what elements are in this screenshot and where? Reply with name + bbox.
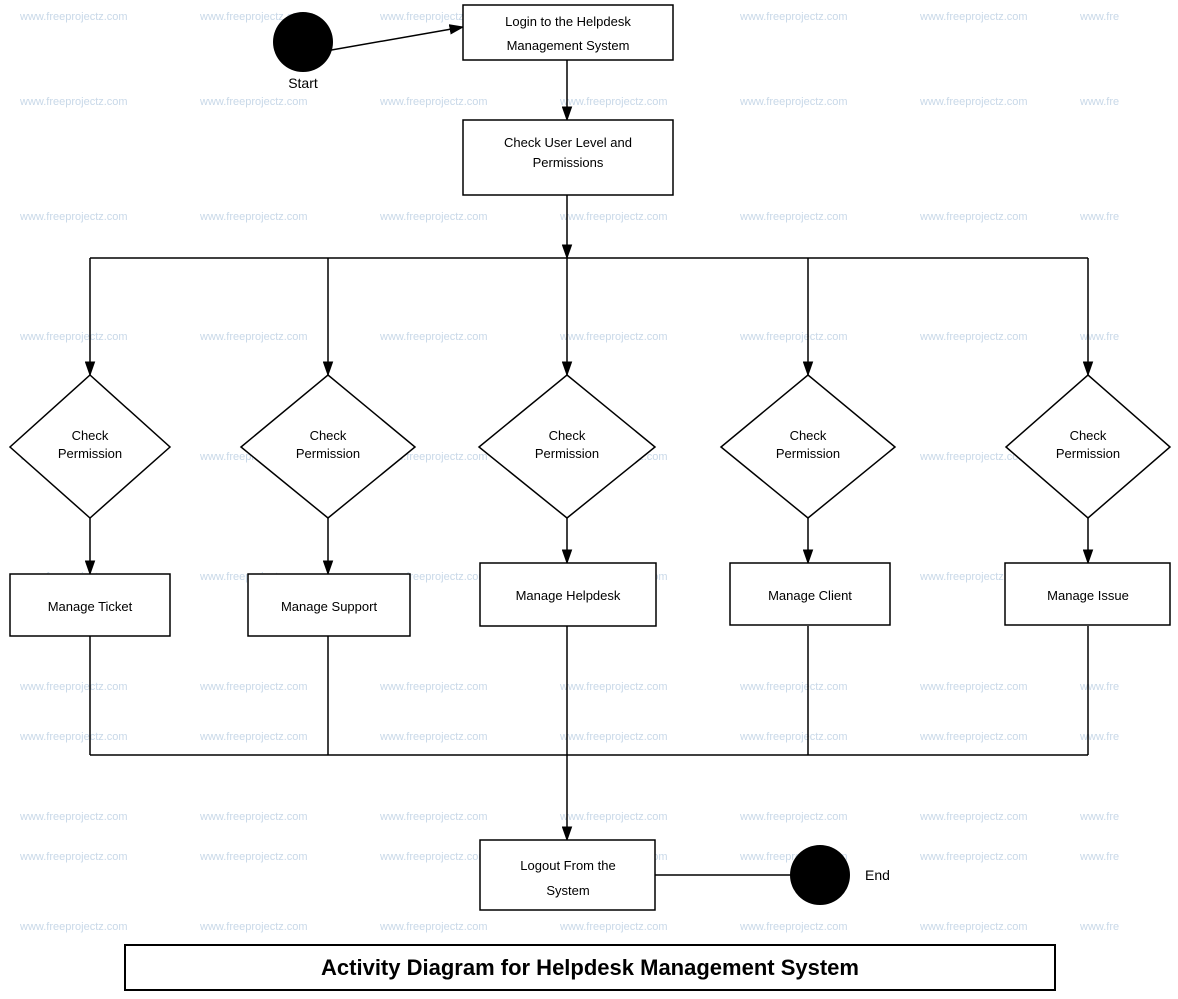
svg-text:www.freeprojectz.com: www.freeprojectz.com xyxy=(199,811,308,823)
check-text-line2: Permissions xyxy=(533,155,604,170)
svg-text:www.freeprojectz.com: www.freeprojectz.com xyxy=(19,11,128,23)
diagram-container: www.freeprojectz.com www.freeprojectz.co… xyxy=(0,0,1178,994)
svg-text:www.freeprojectz.com: www.freeprojectz.com xyxy=(19,811,128,823)
svg-text:www.freeprojectz.com: www.freeprojectz.com xyxy=(199,96,308,108)
svg-text:www.freeprojectz.com: www.freeprojectz.com xyxy=(739,681,848,693)
svg-text:www.freeprojectz.com: www.freeprojectz.com xyxy=(739,211,848,223)
logout-box xyxy=(480,840,655,910)
svg-text:www.fre: www.fre xyxy=(1079,811,1119,823)
start-circle xyxy=(273,12,333,72)
svg-text:www.freeprojectz.com: www.freeprojectz.com xyxy=(19,331,128,343)
svg-text:www.freeprojectz.com: www.freeprojectz.com xyxy=(739,921,848,933)
perm2-text1: Check xyxy=(310,428,347,443)
svg-text:www.freeprojectz.com: www.freeprojectz.com xyxy=(199,211,308,223)
svg-text:www.freeprojectz.com: www.freeprojectz.com xyxy=(19,96,128,108)
svg-text:www.freeprojectz.com: www.freeprojectz.com xyxy=(199,331,308,343)
svg-text:www.freeprojectz.com: www.freeprojectz.com xyxy=(919,11,1028,23)
perm1-text1: Check xyxy=(72,428,109,443)
svg-text:www.freeprojectz.com: www.freeprojectz.com xyxy=(19,921,128,933)
svg-text:www.freeprojectz.com: www.freeprojectz.com xyxy=(199,731,308,743)
svg-text:www.fre: www.fre xyxy=(1079,11,1119,23)
svg-text:www.freeprojectz.com: www.freeprojectz.com xyxy=(919,331,1028,343)
svg-text:www.freeprojectz.com: www.freeprojectz.com xyxy=(559,921,668,933)
svg-text:www.freeprojectz.com: www.freeprojectz.com xyxy=(19,851,128,863)
svg-text:www.freeprojectz.com: www.freeprojectz.com xyxy=(919,211,1028,223)
svg-text:www.freeprojectz.com: www.freeprojectz.com xyxy=(379,681,488,693)
svg-text:www.freeprojectz.com: www.freeprojectz.com xyxy=(559,811,668,823)
perm2-text2: Permission xyxy=(296,446,360,461)
svg-text:www.freeprojectz.com: www.freeprojectz.com xyxy=(919,811,1028,823)
svg-text:www.freeprojectz.com: www.freeprojectz.com xyxy=(199,681,308,693)
login-text-line2: Management System xyxy=(507,38,630,53)
svg-text:www.freeprojectz.com: www.freeprojectz.com xyxy=(19,211,128,223)
svg-text:www.freeprojectz.com: www.freeprojectz.com xyxy=(559,731,668,743)
svg-text:www.freeprojectz.com: www.freeprojectz.com xyxy=(919,921,1028,933)
svg-text:www.freeprojectz.com: www.freeprojectz.com xyxy=(19,731,128,743)
svg-text:www.freeprojectz.com: www.freeprojectz.com xyxy=(919,451,1028,463)
title-text: Activity Diagram for Helpdesk Management… xyxy=(321,955,859,980)
check-text-line1: Check User Level and xyxy=(504,135,632,150)
perm5-text2: Permission xyxy=(1056,446,1120,461)
svg-text:www.freeprojectz.com: www.freeprojectz.com xyxy=(559,211,668,223)
perm4-text1: Check xyxy=(790,428,827,443)
manage-helpdesk-text: Manage Helpdesk xyxy=(516,588,621,603)
svg-text:www.freeprojectz.com: www.freeprojectz.com xyxy=(379,811,488,823)
svg-text:www.freeprojectz.com: www.freeprojectz.com xyxy=(739,96,848,108)
svg-text:www.freeprojectz.com: www.freeprojectz.com xyxy=(559,96,668,108)
end-label: End xyxy=(865,867,890,883)
start-label: Start xyxy=(288,75,318,91)
perm3-text1: Check xyxy=(549,428,586,443)
manage-ticket-text: Manage Ticket xyxy=(48,599,133,614)
svg-text:www.freeprojectz.com: www.freeprojectz.com xyxy=(199,921,308,933)
svg-text:www.freeprojectz.com: www.freeprojectz.com xyxy=(379,211,488,223)
svg-text:www.freeprojectz.com: www.freeprojectz.com xyxy=(379,331,488,343)
svg-text:www.freeprojectz.com: www.freeprojectz.com xyxy=(919,96,1028,108)
manage-client-text: Manage Client xyxy=(768,588,852,603)
svg-text:www.freeprojectz.com: www.freeprojectz.com xyxy=(919,851,1028,863)
svg-text:www.freeprojectz.com: www.freeprojectz.com xyxy=(19,681,128,693)
svg-text:www.freeprojectz.com: www.freeprojectz.com xyxy=(739,731,848,743)
svg-text:www.fre: www.fre xyxy=(1079,331,1119,343)
perm5-text1: Check xyxy=(1070,428,1107,443)
svg-text:www.fre: www.fre xyxy=(1079,851,1119,863)
svg-text:www.freeprojectz.com: www.freeprojectz.com xyxy=(919,681,1028,693)
svg-text:www.freeprojectz.com: www.freeprojectz.com xyxy=(919,731,1028,743)
end-circle xyxy=(790,845,850,905)
svg-text:www.freeprojectz.com: www.freeprojectz.com xyxy=(199,851,308,863)
manage-support-text: Manage Support xyxy=(281,599,378,614)
svg-text:www.freeprojectz.com: www.freeprojectz.com xyxy=(379,921,488,933)
logout-text1: Logout From the xyxy=(520,858,615,873)
svg-text:www.freeprojectz.com: www.freeprojectz.com xyxy=(559,331,668,343)
svg-text:www.freeprojectz.com: www.freeprojectz.com xyxy=(559,681,668,693)
perm4-text2: Permission xyxy=(776,446,840,461)
svg-text:www.freeprojectz.com: www.freeprojectz.com xyxy=(379,731,488,743)
svg-text:www.freeprojectz.com: www.freeprojectz.com xyxy=(739,331,848,343)
svg-text:www.fre: www.fre xyxy=(1079,921,1119,933)
login-text-line1: Login to the Helpdesk xyxy=(505,14,631,29)
svg-text:www.freeprojectz.com: www.freeprojectz.com xyxy=(739,811,848,823)
manage-issue-text: Manage Issue xyxy=(1047,588,1129,603)
svg-text:www.fre: www.fre xyxy=(1079,731,1119,743)
perm3-text2: Permission xyxy=(535,446,599,461)
svg-text:www.fre: www.fre xyxy=(1079,96,1119,108)
svg-text:www.freeprojectz.com: www.freeprojectz.com xyxy=(379,851,488,863)
perm1-text2: Permission xyxy=(58,446,122,461)
logout-text2: System xyxy=(546,883,589,898)
svg-text:www.fre: www.fre xyxy=(1079,681,1119,693)
svg-text:www.freeprojectz.com: www.freeprojectz.com xyxy=(379,96,488,108)
svg-text:www.freeprojectz.com: www.freeprojectz.com xyxy=(739,11,848,23)
svg-text:www.fre: www.fre xyxy=(1079,211,1119,223)
